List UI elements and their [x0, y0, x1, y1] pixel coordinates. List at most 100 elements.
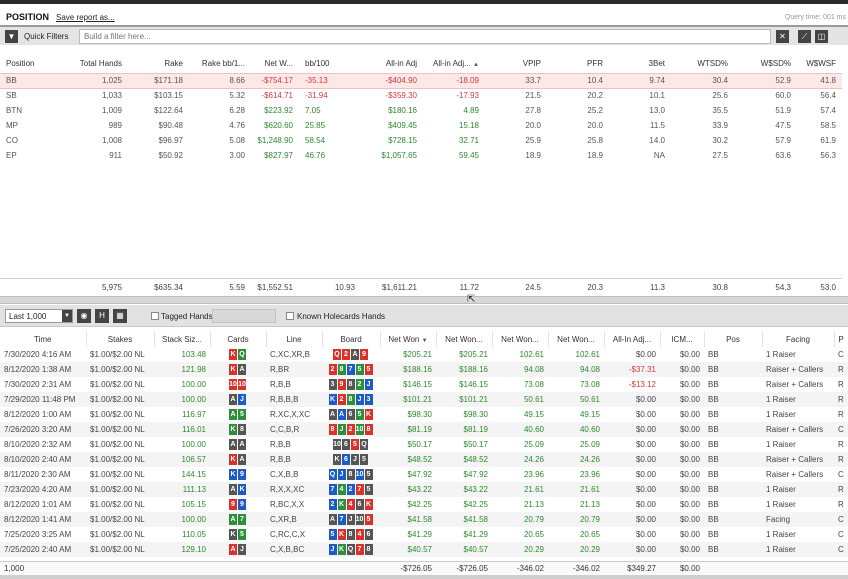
col-header[interactable]: Stack Siz... [154, 331, 211, 347]
col-header[interactable]: Rake [128, 55, 189, 73]
col-header[interactable]: Position [0, 55, 62, 73]
cell: -$404.90 [361, 72, 423, 89]
hand-range-select[interactable]: Last 1,000 ▼ [5, 309, 73, 323]
col-header[interactable]: Stakes [86, 331, 155, 347]
col-header[interactable]: ICM... [660, 331, 705, 347]
filter-input[interactable] [79, 29, 771, 44]
hand-position: BB [708, 350, 719, 359]
tag-select[interactable] [212, 309, 276, 323]
horizontal-scrollbar[interactable] [0, 575, 848, 579]
hand-line: R,B,B [266, 452, 322, 467]
cell: $50.92 [158, 151, 183, 160]
col-header[interactable]: Net Won ▼ [380, 331, 437, 347]
col-header[interactable]: W$WSF [797, 55, 842, 73]
net-won: $50.17 [407, 440, 432, 449]
col-header[interactable]: Net W... [251, 55, 299, 73]
col-header[interactable]: All-In Adj... [604, 331, 661, 347]
col-header[interactable]: Board [322, 331, 381, 347]
playing-card: 6 [342, 454, 350, 465]
filter-icon[interactable]: ▼ [5, 30, 18, 43]
col-header[interactable]: 3Bet [609, 55, 671, 73]
total-cell: 30.8 [712, 283, 728, 292]
net-won: $188.16 [380, 362, 436, 377]
hand-row[interactable]: 8/12/2020 1:01 AM $1.00/$2.00 NL 105.15 9 9 R… [0, 497, 848, 512]
col-header[interactable]: W$SD% [734, 55, 797, 73]
hand-stack-size: 105.15 [181, 500, 206, 509]
hand-row[interactable]: 8/11/2020 2:30 AM $1.00/$2.00 NL 144.15 K 9 C… [0, 467, 848, 482]
layout-icon[interactable]: ◫ [815, 30, 828, 43]
hand-line: R,XC,X,XC [270, 410, 311, 419]
playing-card: 8 [346, 394, 355, 405]
cell: $409.45 [388, 121, 417, 130]
hand-row[interactable]: 8/10/2020 2:40 AM $1.00/$2.00 NL 106.57 K A R… [0, 452, 848, 467]
col-header[interactable]: Cards [210, 331, 267, 347]
chart-icon[interactable]: ⟋ [798, 30, 811, 43]
hand-stakes: $1.00/$2.00 NL [90, 350, 145, 359]
col-header[interactable]: Net Won... [548, 331, 605, 347]
eye-icon[interactable]: ◉ [77, 309, 91, 323]
position-row[interactable]: SB 1,033 $103.15 5.32 -$614.71 -31.94 -$359.30… [0, 88, 842, 103]
playing-card: 6 [355, 499, 364, 510]
cell: 46.76 [305, 151, 326, 160]
hand-stakes: $1.00/$2.00 NL [90, 380, 145, 389]
tagged-hands-checkbox[interactable] [151, 312, 159, 320]
cell: $122.64 [154, 106, 183, 115]
allin-adj: $0.00 [604, 452, 660, 467]
col-header[interactable]: Line [266, 331, 323, 347]
total-net-won: -$726.05 [400, 564, 432, 573]
cell: -$614.71 [261, 91, 293, 101]
playing-card: 5 [328, 529, 337, 540]
position-row[interactable]: BB 1,025 $171.18 8.66 -$754.17 -35.13 -$404.90… [0, 72, 842, 89]
save-report-link[interactable]: Save report as... [56, 13, 115, 22]
hand-row[interactable]: 8/12/2020 1:38 AM $1.00/$2.00 NL 121.98 K A R… [0, 362, 848, 377]
hand-row[interactable]: 7/26/2020 3:20 AM $1.00/$2.00 NL 116.01 K 8 C… [0, 422, 848, 437]
col-header[interactable]: Time [0, 331, 87, 347]
top-window-bar [0, 0, 848, 4]
close-icon[interactable]: ✕ [776, 30, 789, 43]
position-row[interactable]: MP 989 $90.48 4.76 $620.60 25.85 $409.45 15.18 2… [0, 118, 842, 133]
total-cell: 5.59 [229, 283, 245, 292]
known-holecards-label: Known Holecards Hands [297, 312, 386, 321]
col-header[interactable]: Rake bb/1... [189, 55, 251, 73]
hand-row[interactable]: 7/23/2020 4:20 AM $1.00/$2.00 NL 111.13 A K R… [0, 482, 848, 497]
col-header[interactable]: All-in Adj [361, 55, 423, 73]
hand-row[interactable]: 7/30/2020 2:31 AM $1.00/$2.00 NL 100.00 101… [0, 377, 848, 392]
col-header[interactable]: WTSD% [671, 55, 734, 73]
hand-stakes: $1.00/$2.00 NL [90, 410, 145, 419]
position-row[interactable]: BTN 1,009 $122.64 6.28 $223.92 7.05 $180.16 4.8… [0, 103, 842, 118]
col-header[interactable]: VPIP [485, 55, 547, 73]
cell: 4.76 [229, 121, 245, 130]
hand-row[interactable]: 8/12/2020 1:41 AM $1.00/$2.00 NL 100.00 A 7 C… [0, 512, 848, 527]
h-button[interactable]: H [95, 309, 109, 323]
col-header-sorted[interactable]: All-in Adj... ▲ [423, 55, 485, 73]
hand-row[interactable]: 7/25/2020 2:40 AM $1.00/$2.00 NL 129.10 A J C… [0, 542, 848, 557]
total-cell: 20.3 [587, 283, 603, 292]
hand-row[interactable]: 7/30/2020 4:16 AM $1.00/$2.00 NL 103.48 K Q C… [0, 347, 848, 362]
hand-row[interactable]: 7/29/2020 11:48 PM $1.00/$2.00 NL 100.00 A J… [0, 392, 848, 407]
total-cell: 24.5 [525, 283, 541, 292]
board-cards: 5K846 [322, 527, 380, 542]
col-header[interactable]: Net Won... [492, 331, 549, 347]
pane-splitter[interactable] [0, 296, 848, 304]
net-won-2: $98.30 [463, 410, 488, 419]
col-header[interactable]: bb/100 [299, 55, 361, 73]
col-header[interactable]: Facing [762, 331, 835, 347]
position-row[interactable]: CO 1,008 $96.97 5.08 $1,248.90 58.54 $728.15 32… [0, 133, 842, 148]
position-row[interactable]: EP 911 $50.92 3.00 $827.97 46.76 $1,057.65 59.4… [0, 148, 842, 163]
hand-facing: 1 Raiser [766, 440, 796, 449]
playing-card: 2 [346, 424, 355, 435]
hand-row[interactable]: 8/12/2020 1:00 AM $1.00/$2.00 NL 116.97 A 5 R… [0, 407, 848, 422]
hand-line: C,RC,C,X [270, 530, 306, 539]
hand-row[interactable]: 7/25/2020 3:25 AM $1.00/$2.00 NL 110.05 K 5 C… [0, 527, 848, 542]
cell: 18.9 [587, 151, 603, 160]
known-holecards-checkbox[interactable] [286, 312, 294, 320]
col-header[interactable]: Net Won... [436, 331, 493, 347]
hand-row[interactable]: 8/10/2020 2:32 AM $1.00/$2.00 NL 100.00 A A R… [0, 437, 848, 452]
col-header[interactable]: Pos [704, 331, 763, 347]
net-won-4: 20.79 [548, 512, 604, 527]
col-header[interactable]: P [834, 331, 848, 347]
col-header[interactable]: Total Hands [62, 55, 128, 73]
col-header[interactable]: PFR [547, 55, 609, 73]
grid-icon[interactable]: ▦ [113, 309, 127, 323]
cell: BB [0, 72, 62, 89]
